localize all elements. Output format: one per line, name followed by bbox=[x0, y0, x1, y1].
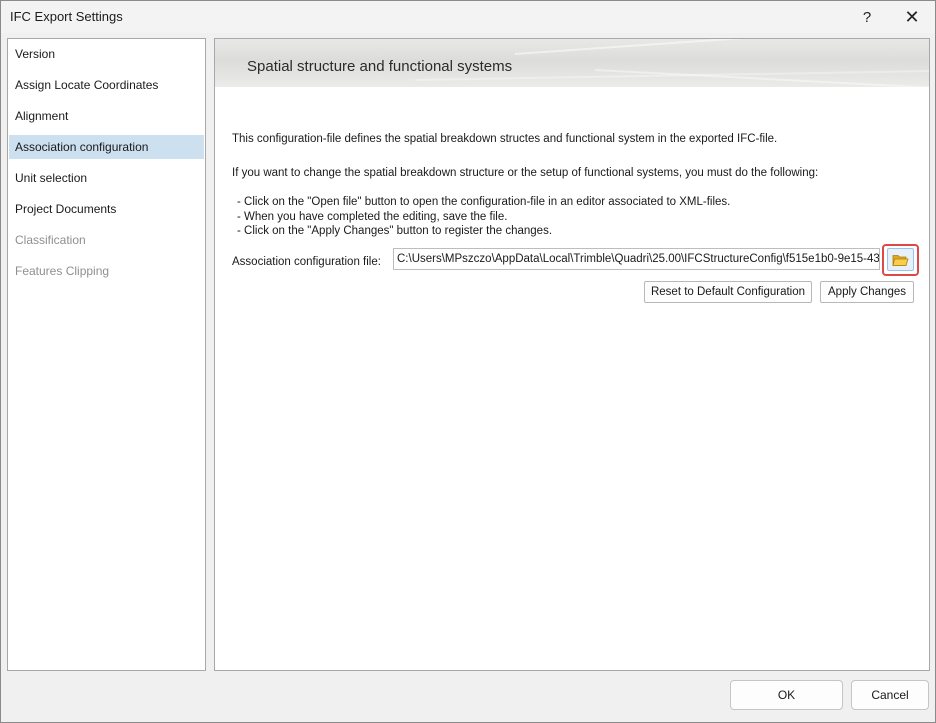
close-button[interactable]: ✕ bbox=[890, 1, 934, 33]
window-title: IFC Export Settings bbox=[10, 9, 123, 24]
nav-item-classification: Classification bbox=[15, 233, 86, 247]
header-banner: Spatial structure and functional systems bbox=[215, 39, 929, 87]
nav-item-features-clipping: Features Clipping bbox=[15, 264, 110, 278]
banner-decoration bbox=[514, 39, 929, 55]
step-apply-changes: - Click on the "Apply Changes" button to… bbox=[237, 225, 553, 237]
content-panel: Spatial structure and functional systems… bbox=[214, 38, 930, 671]
title-bar: IFC Export Settings ? ✕ bbox=[1, 1, 935, 33]
open-file-button[interactable] bbox=[887, 248, 914, 271]
nav-item-unit-selection[interactable]: Unit selection bbox=[9, 166, 204, 190]
settings-navigation: Version Assign Locate Coordinates Alignm… bbox=[7, 38, 206, 671]
nav-item-association-configuration[interactable]: Association configuration bbox=[9, 135, 204, 159]
cancel-button[interactable]: Cancel bbox=[851, 680, 929, 710]
association-config-file-field[interactable]: C:\Users\MPszczo\AppData\Local\Trimble\Q… bbox=[393, 248, 880, 270]
file-label: Association configuration file: bbox=[232, 256, 381, 268]
folder-open-icon bbox=[892, 254, 909, 266]
nav-item-project-documents[interactable]: Project Documents bbox=[9, 197, 204, 221]
instruction-text: If you want to change the spatial breakd… bbox=[232, 167, 819, 179]
intro-text: This configuration-file defines the spat… bbox=[232, 133, 778, 145]
section-title: Spatial structure and functional systems bbox=[247, 58, 513, 75]
nav-item-alignment[interactable]: Alignment bbox=[9, 104, 204, 128]
apply-changes-button[interactable]: Apply Changes bbox=[820, 281, 914, 303]
nav-item-assign-locate-coordinates[interactable]: Assign Locate Coordinates bbox=[9, 73, 204, 97]
step-save-file: - When you have completed the editing, s… bbox=[237, 211, 508, 223]
help-button[interactable]: ? bbox=[845, 1, 889, 33]
help-icon: ? bbox=[862, 8, 872, 26]
ifc-export-settings-dialog: IFC Export Settings ? ✕ Version Assign L… bbox=[0, 0, 936, 723]
close-icon: ✕ bbox=[904, 6, 920, 27]
step-open-file: - Click on the "Open file" button to ope… bbox=[237, 196, 731, 208]
ok-button[interactable]: OK bbox=[730, 680, 843, 710]
reset-default-configuration-button[interactable]: Reset to Default Configuration bbox=[644, 281, 812, 303]
nav-item-version[interactable]: Version bbox=[9, 42, 204, 66]
